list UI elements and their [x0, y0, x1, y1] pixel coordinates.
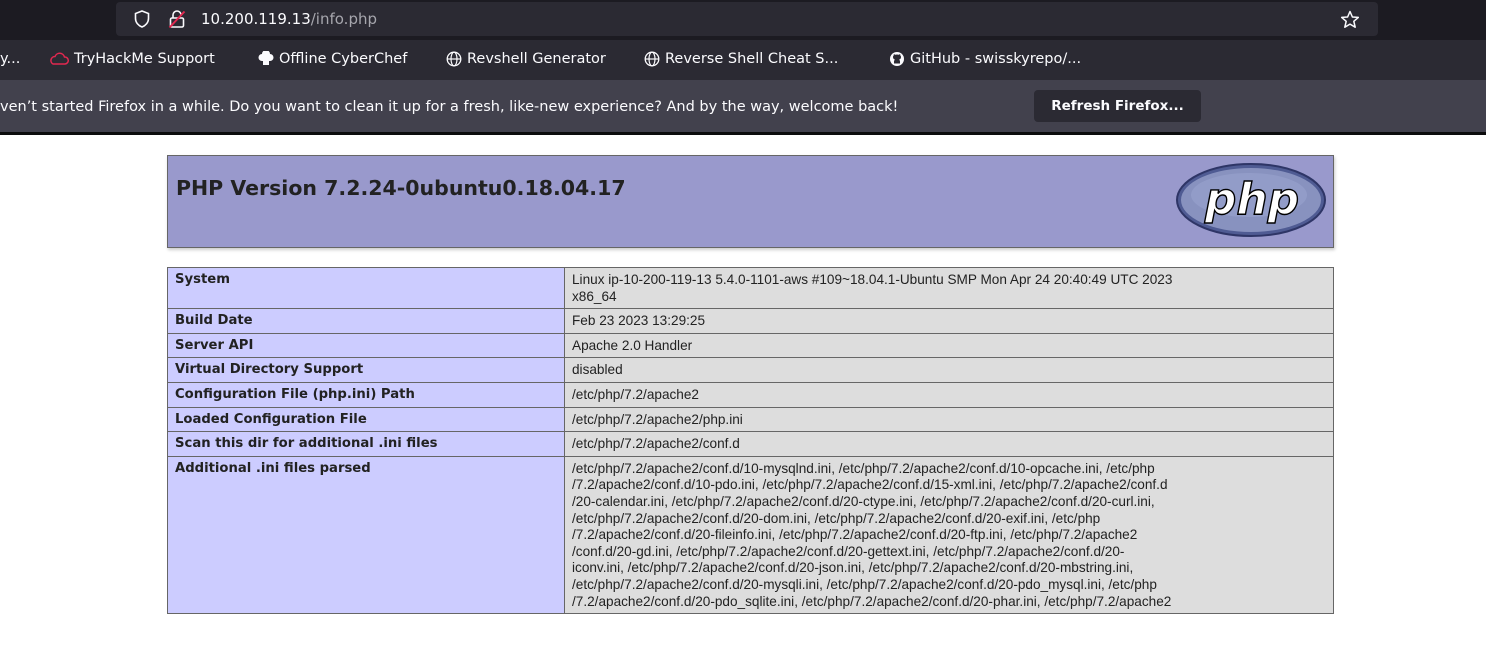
bookmark-label: Offline CyberChef: [279, 51, 408, 67]
info-key: Virtual Directory Support: [167, 357, 565, 383]
table-row: System Linux ip-10-200-119-13 5.4.0-1101…: [167, 266, 1334, 310]
info-value: /etc/php/7.2/apache2/conf.d: [564, 431, 1334, 457]
info-key: Build Date: [167, 308, 565, 334]
toolbar-divider: [0, 132, 1486, 135]
url-text[interactable]: 10.200.119.13/info.php: [201, 10, 377, 28]
bookmark-label: Revshell Generator: [467, 51, 606, 67]
bookmark-star-icon[interactable]: [1340, 10, 1360, 29]
php-info-table: System Linux ip-10-200-119-13 5.4.0-1101…: [167, 266, 1334, 615]
refresh-firefox-notification: ven’t started Firefox in a while. Do you…: [0, 80, 1486, 132]
notification-message: ven’t started Firefox in a while. Do you…: [0, 99, 899, 115]
info-key: Additional .ini files parsed: [167, 455, 565, 615]
value-line: /etc/php/7.2/apache2/conf.d/20-dom.ini, …: [572, 510, 1101, 526]
info-key: Scan this dir for additional .ini files: [167, 431, 565, 457]
bookmark-label: Reverse Shell Cheat S...: [665, 51, 839, 67]
info-value: Feb 23 2023 13:29:25: [564, 308, 1334, 334]
bookmark-revshell-generator[interactable]: Revshell Generator: [446, 51, 606, 67]
table-row: Server API Apache 2.0 Handler: [167, 332, 1334, 359]
table-row: Loaded Configuration File /etc/php/7.2/a…: [167, 406, 1334, 433]
page-title: PHP Version 7.2.24-0ubuntu0.18.04.17: [176, 176, 626, 200]
php-logo-text: php: [1204, 174, 1299, 225]
bookmark-label: y...: [0, 51, 21, 67]
bookmark-offline-cyberchef[interactable]: Offline CyberChef: [258, 51, 407, 67]
chef-hat-icon: [258, 51, 274, 65]
info-key: Loaded Configuration File: [167, 406, 565, 433]
info-key: Configuration File (php.ini) Path: [167, 381, 565, 408]
php-logo: php: [1176, 163, 1326, 237]
globe-icon: [446, 51, 462, 67]
bookmark-reverse-shell-cheat-sheet[interactable]: Reverse Shell Cheat S...: [644, 51, 838, 67]
bookmark-label: TryHackMe Support: [74, 51, 215, 67]
table-row: Scan this dir for additional .ini files …: [167, 431, 1334, 457]
insecure-lock-icon[interactable]: [168, 9, 186, 29]
info-value: Linux ip-10-200-119-13 5.4.0-1101-aws #1…: [564, 266, 1334, 310]
bookmark-label: GitHub - swisskyrepo/...: [910, 51, 1082, 67]
info-value: disabled: [564, 357, 1334, 383]
value-line: /7.2/apache2/conf.d/20-pdo_sqlite.ini, /…: [572, 593, 1172, 609]
value-line: /20-calendar.ini, /etc/php/7.2/apache2/c…: [572, 493, 1155, 509]
bookmark-tryhackme-support[interactable]: TryHackMe Support: [49, 51, 215, 67]
info-key: Server API: [167, 332, 565, 359]
tryhackme-icon: [50, 52, 69, 65]
php-version-header: PHP Version 7.2.24-0ubuntu0.18.04.17 php: [167, 155, 1334, 248]
value-line: x86_64: [572, 288, 617, 304]
table-row: Configuration File (php.ini) Path /etc/p…: [167, 381, 1334, 408]
value-line: Linux ip-10-200-119-13 5.4.0-1101-aws #1…: [572, 272, 1173, 287]
github-icon: [890, 52, 904, 66]
url-host: 10.200.119.13: [201, 10, 311, 28]
value-line: /7.2/apache2/conf.d/10-pdo.ini, /etc/php…: [572, 477, 1168, 493]
info-value: Apache 2.0 Handler: [564, 332, 1334, 359]
value-line: /etc/php/7.2/apache2/conf.d/10-mysqlnd.i…: [572, 460, 1155, 476]
shield-icon[interactable]: [134, 10, 150, 28]
globe-icon: [644, 51, 660, 67]
value-line: /conf.d/20-gd.ini, /etc/php/7.2/apache2/…: [572, 543, 1125, 559]
table-row: Virtual Directory Support disabled: [167, 357, 1334, 383]
address-bar[interactable]: 10.200.119.13/info.php: [116, 2, 1378, 36]
url-path: /info.php: [310, 10, 377, 28]
info-key: System: [167, 266, 565, 310]
bookmark-item[interactable]: y...: [0, 51, 20, 67]
value-line: iconv.ini, /etc/php/7.2/apache2/conf.d/2…: [572, 560, 1134, 576]
bookmarks-toolbar: y... TryHackMe Support Offline CyberChef…: [0, 40, 1486, 80]
table-row: Build Date Feb 23 2023 13:29:25: [167, 308, 1334, 334]
info-value: /etc/php/7.2/apache2/php.ini: [564, 406, 1334, 433]
info-value: /etc/php/7.2/apache2/conf.d/10-mysqlnd.i…: [564, 455, 1334, 615]
refresh-firefox-button[interactable]: Refresh Firefox...: [1034, 90, 1201, 122]
table-row: Additional .ini files parsed /etc/php/7.…: [167, 455, 1334, 615]
url-toolbar: 10.200.119.13/info.php: [0, 0, 1486, 40]
bookmark-github-swisskyrepo[interactable]: GitHub - swisskyrepo/...: [889, 51, 1081, 67]
value-line: /7.2/apache2/conf.d/20-fileinfo.ini, /et…: [572, 527, 1138, 543]
info-value: /etc/php/7.2/apache2: [564, 381, 1334, 408]
value-line: /etc/php/7.2/apache2/conf.d/20-mysqli.in…: [572, 576, 1157, 592]
